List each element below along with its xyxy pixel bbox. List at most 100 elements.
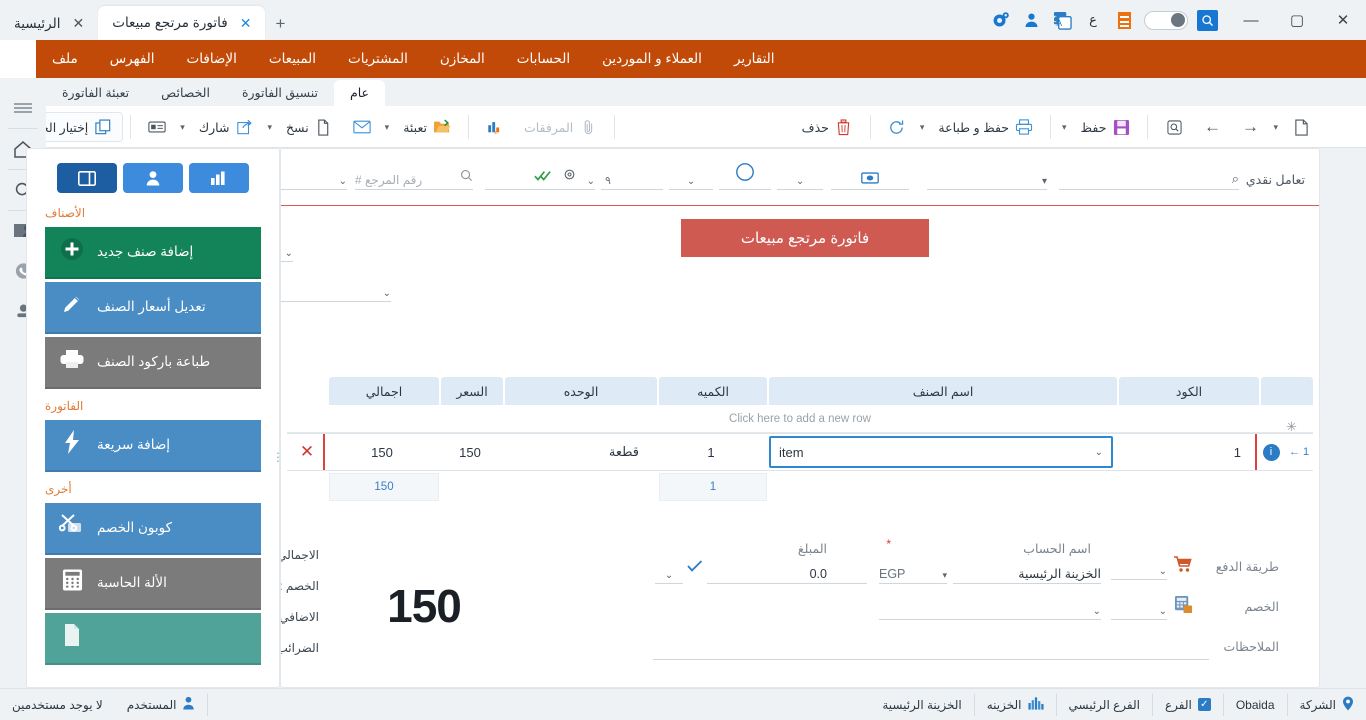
- status-branch[interactable]: ✓ الفرع: [1152, 694, 1223, 716]
- status-circle-field[interactable]: [719, 163, 771, 190]
- type-select[interactable]: ⌄: [669, 163, 713, 190]
- menu-item-index[interactable]: الفهرس: [94, 40, 171, 78]
- delete-button[interactable]: حذف: [792, 113, 863, 141]
- customer-field[interactable]: ⌕: [1059, 163, 1239, 190]
- menu-item-reports[interactable]: التقارير: [718, 40, 791, 78]
- chevron-down-icon[interactable]: ⌄: [687, 176, 695, 187]
- copy-button[interactable]: نسخ: [276, 113, 343, 141]
- user-icon[interactable]: [1020, 9, 1042, 31]
- approval-field[interactable]: ⌄: [485, 163, 595, 190]
- tab-home[interactable]: ✕ الرئيسية: [0, 7, 98, 40]
- hamburger-icon[interactable]: [3, 88, 43, 128]
- cart-icon[interactable]: [1173, 555, 1193, 578]
- chevron-down-icon[interactable]: ⌄: [285, 248, 293, 259]
- currency-select[interactable]: ⌄: [777, 163, 823, 190]
- nav-forward-button[interactable]: →: [1231, 113, 1269, 141]
- chevron-down-icon[interactable]: ⌄: [796, 176, 804, 187]
- tab-invoice-format[interactable]: تنسيق الفاتورة: [226, 80, 334, 106]
- gear-small-icon[interactable]: [562, 167, 577, 187]
- customer-name-field[interactable]: ▾: [927, 163, 1047, 190]
- list-menu-icon[interactable]: [1113, 9, 1135, 31]
- status-company-value-item[interactable]: Obaida: [1223, 694, 1287, 716]
- menu-item-purchases[interactable]: المشتريات: [332, 40, 424, 78]
- fill-dropdown-icon[interactable]: ▾: [381, 122, 394, 133]
- row-delete-button[interactable]: ✕: [293, 433, 321, 471]
- amount-field[interactable]: 0.0: [707, 557, 867, 584]
- grid-header-price[interactable]: السعر: [441, 377, 503, 405]
- sidebar-item-quick-add[interactable]: إضافة سريعة: [45, 420, 261, 472]
- attachments-button[interactable]: المرفقات: [514, 113, 607, 141]
- sidebar-item-print-item-barcode[interactable]: طباعة باركود الصنف: [45, 337, 261, 389]
- amount-confirm-icon[interactable]: [687, 559, 703, 577]
- save-and-print-button[interactable]: حفظ و طباعة: [928, 113, 1043, 141]
- gear-icon[interactable]: [989, 9, 1011, 31]
- sidebar-item-add-new-item[interactable]: إضافة صنف جديد: [45, 227, 261, 279]
- sidebar-item-partial[interactable]: [45, 613, 261, 665]
- payment-discount-select[interactable]: ⌄: [1111, 593, 1167, 620]
- status-company[interactable]: الشركة: [1287, 694, 1366, 716]
- grid-header-item[interactable]: اسم الصنف: [769, 377, 1117, 405]
- chevron-down-icon[interactable]: ⌄: [339, 176, 347, 187]
- menu-item-warehouses[interactable]: المخازن: [424, 40, 501, 78]
- cell-price[interactable]: 150: [439, 433, 501, 471]
- grid-add-row-hint[interactable]: Click here to add a new row: [287, 405, 1313, 433]
- grid-header-unit[interactable]: الوحده: [505, 377, 657, 405]
- payment-method-select[interactable]: ⌄: [1111, 553, 1167, 580]
- status-treasury-value-item[interactable]: الخزينة الرئيسية: [870, 694, 973, 716]
- table-row[interactable]: 1 ← i 1 item ⌄ 1: [287, 433, 1313, 471]
- currency-field[interactable]: EGP ▾: [879, 557, 947, 584]
- sidebar-item-discount-coupon[interactable]: كوبون الخصم: [45, 503, 261, 555]
- copy-dropdown-icon[interactable]: ▾: [263, 122, 276, 133]
- row-info-cell[interactable]: i: [1259, 433, 1283, 471]
- sidebar-tab-chart[interactable]: [189, 163, 249, 193]
- payment-discount-value-field[interactable]: ⌄: [879, 593, 1101, 620]
- new-document-dropdown-icon[interactable]: ▾: [1269, 122, 1282, 133]
- chevron-down-icon[interactable]: ⌄: [1159, 606, 1167, 617]
- checkbox-icon[interactable]: ✓: [1198, 698, 1211, 711]
- tab-properties[interactable]: الخصائص: [145, 80, 226, 106]
- chevron-down-icon[interactable]: ⌄: [1159, 566, 1167, 577]
- grid-header-total[interactable]: اجمالي: [329, 377, 439, 405]
- chevron-down-icon[interactable]: ⌄: [1095, 447, 1103, 458]
- fill-button[interactable]: تعبئة: [393, 113, 461, 141]
- share-dropdown-icon[interactable]: ▾: [176, 122, 189, 133]
- grid-header-code[interactable]: الكود: [1119, 377, 1259, 405]
- sidebar-tab-user[interactable]: [123, 163, 183, 193]
- reference-number-field[interactable]: رقم المرجع #: [355, 163, 473, 190]
- tab-general[interactable]: عام: [334, 80, 385, 106]
- currency-amount-field[interactable]: ٩: [601, 163, 663, 190]
- serial-select[interactable]: ⌄: [280, 235, 293, 262]
- sidebar-item-edit-item-prices[interactable]: تعديل أسعار الصنف: [45, 282, 261, 334]
- translate-icon[interactable]: 文 A: [1051, 9, 1073, 31]
- tab-close-icon[interactable]: ✕: [73, 15, 85, 32]
- menu-item-customers[interactable]: العملاء و الموردين: [586, 40, 718, 78]
- new-document-button[interactable]: [1282, 113, 1320, 141]
- menu-item-accounts[interactable]: الحسابات: [501, 40, 586, 78]
- close-icon[interactable]: ✕: [1320, 3, 1366, 37]
- cell-total[interactable]: 150: [327, 433, 437, 471]
- grid-header-qty[interactable]: الكميه: [659, 377, 767, 405]
- customer-dropdown-icon[interactable]: ⌕: [1232, 171, 1239, 187]
- minimize-icon[interactable]: —: [1228, 3, 1274, 37]
- refresh-button[interactable]: [878, 113, 916, 141]
- calculator-discount-icon[interactable]: [1174, 595, 1193, 619]
- branch-field[interactable]: الفرع الرئيسي ⌄: [280, 163, 347, 190]
- save-print-dropdown-icon[interactable]: ▾: [916, 122, 929, 133]
- card-view-button[interactable]: [138, 113, 176, 141]
- cell-unit[interactable]: قطعة: [503, 433, 655, 471]
- item-name-input[interactable]: item ⌄: [769, 436, 1113, 468]
- price-type-field[interactable]: [831, 163, 909, 190]
- theme-toggle[interactable]: [1144, 11, 1188, 30]
- chevron-down-icon[interactable]: ⌄: [1093, 606, 1101, 617]
- menu-item-sales[interactable]: المبيعات: [253, 40, 332, 78]
- search-icon[interactable]: [1197, 10, 1218, 31]
- search-small-icon[interactable]: [460, 169, 473, 187]
- save-dropdown-icon[interactable]: ▾: [1058, 122, 1071, 133]
- cell-item-name[interactable]: item ⌄: [767, 433, 1115, 471]
- sidebar-tab-window[interactable]: [57, 163, 117, 193]
- chart-button[interactable]: Σ: [476, 113, 514, 141]
- status-user[interactable]: المستخدم: [115, 694, 209, 716]
- chevron-down-icon[interactable]: ⌄: [587, 176, 595, 187]
- ribbon-search-button[interactable]: [1155, 113, 1193, 141]
- sidebar-item-calculator[interactable]: الألة الحاسبة: [45, 558, 261, 610]
